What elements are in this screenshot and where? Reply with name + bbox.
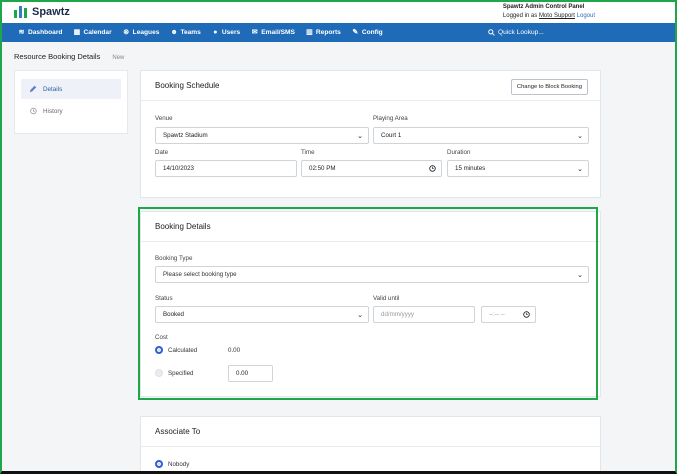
sidebar-item-label: History	[43, 107, 63, 115]
search-icon	[488, 29, 495, 36]
associate-nobody-radio[interactable]	[155, 460, 163, 468]
wrench-icon: ✎	[352, 29, 359, 36]
associate-nobody-label: Nobody	[168, 461, 190, 468]
venue-select[interactable]: Spawtz Stadium ⌄	[155, 127, 369, 144]
chevron-down-icon: ⌄	[577, 133, 583, 140]
nav-calendar[interactable]: ▦ Calendar	[73, 29, 112, 36]
chevron-down-icon: ⌄	[577, 166, 583, 173]
side-menu: Details History	[14, 70, 128, 134]
playing-area-value: Court 1	[381, 132, 402, 139]
clock-icon	[429, 165, 436, 172]
layers-icon: ≋	[18, 29, 25, 36]
sidebar-item-details[interactable]: Details	[21, 79, 121, 99]
calendar-icon: ▦	[73, 29, 81, 36]
nav-teams[interactable]: ☻ Teams	[170, 29, 200, 36]
login-status: Logged in as Moto Support Logout	[503, 12, 595, 21]
nav-label: Leagues	[132, 29, 160, 36]
nav-dashboard[interactable]: ≋ Dashboard	[18, 29, 63, 36]
top-bar: Spawtz Spawtz Admin Control Panel Logged…	[2, 2, 675, 23]
nav-leagues[interactable]: ⊗ Leagues	[123, 29, 160, 36]
date-input[interactable]: 14/10/2023	[155, 160, 297, 177]
chevron-down-icon: ⌄	[357, 133, 363, 140]
change-to-block-booking-button[interactable]: Change to Block Booking	[510, 79, 588, 95]
logout-link[interactable]: Logout	[577, 13, 595, 19]
user-icon: ●	[213, 29, 218, 36]
date-label: Date	[155, 149, 169, 156]
time-label: Time	[301, 149, 315, 156]
app-frame: Spawtz Spawtz Admin Control Panel Logged…	[0, 0, 677, 474]
highlight-box	[138, 207, 598, 400]
x-circle-icon: ⊗	[123, 29, 130, 36]
main-nav: ≋ Dashboard ▦ Calendar ⊗ Leagues ☻ Teams…	[2, 23, 675, 42]
playing-area-select[interactable]: Court 1 ⌄	[373, 127, 589, 144]
nav-label: Reports	[315, 29, 341, 36]
logged-in-prefix: Logged in as	[502, 13, 538, 19]
nav-label: Email/SMS	[261, 29, 295, 36]
nav-users[interactable]: ● Users	[212, 29, 240, 36]
associate-to-heading: Associate To	[141, 417, 600, 447]
nav-label: Teams	[180, 29, 201, 36]
quick-lookup[interactable]: Quick Lookup...	[488, 29, 544, 36]
quick-lookup-label: Quick Lookup...	[498, 29, 544, 36]
page-header: Resource Booking Details New	[14, 52, 124, 61]
nav-email-sms[interactable]: ✉ Email/SMS	[251, 29, 295, 36]
logo[interactable]: Spawtz	[14, 6, 70, 18]
booking-schedule-card: Booking Schedule Change to Block Booking…	[140, 70, 601, 198]
logo-mark-icon	[14, 6, 27, 18]
nav-label: Calendar	[83, 29, 112, 36]
venue-label: Venue	[155, 115, 173, 122]
date-value: 14/10/2023	[163, 165, 194, 172]
duration-value: 15 minutes	[455, 165, 486, 172]
envelope-icon: ✉	[251, 29, 258, 36]
history-icon	[30, 107, 37, 115]
page-title: Resource Booking Details	[14, 52, 101, 61]
panel-info: Spawtz Admin Control Panel Logged in as …	[503, 3, 595, 21]
time-value: 02:50 PM	[309, 165, 336, 172]
sidebar-item-history[interactable]: History	[21, 101, 121, 121]
sidebar-item-label: Details	[43, 85, 63, 93]
duration-select[interactable]: 15 minutes ⌄	[447, 160, 589, 177]
nav-reports[interactable]: ▥ Reports	[306, 29, 341, 36]
pencil-icon	[29, 85, 37, 93]
users-icon: ☻	[170, 29, 178, 36]
nav-config[interactable]: ✎ Config	[352, 29, 383, 36]
logo-text: Spawtz	[32, 6, 70, 18]
duration-label: Duration	[447, 149, 471, 156]
user-link[interactable]: Moto Support	[539, 13, 575, 19]
panel-title: Spawtz Admin Control Panel	[502, 4, 585, 10]
nav-label: Dashboard	[28, 29, 63, 36]
time-input[interactable]: 02:50 PM	[301, 160, 442, 177]
nav-label: Config	[361, 29, 383, 36]
new-badge: New	[112, 55, 125, 61]
venue-value: Spawtz Stadium	[163, 132, 208, 139]
nav-label: Users	[221, 29, 241, 36]
chart-icon: ▥	[306, 29, 313, 36]
playing-area-label: Playing Area	[373, 115, 408, 122]
associate-to-card: Associate To Nobody	[140, 416, 601, 471]
